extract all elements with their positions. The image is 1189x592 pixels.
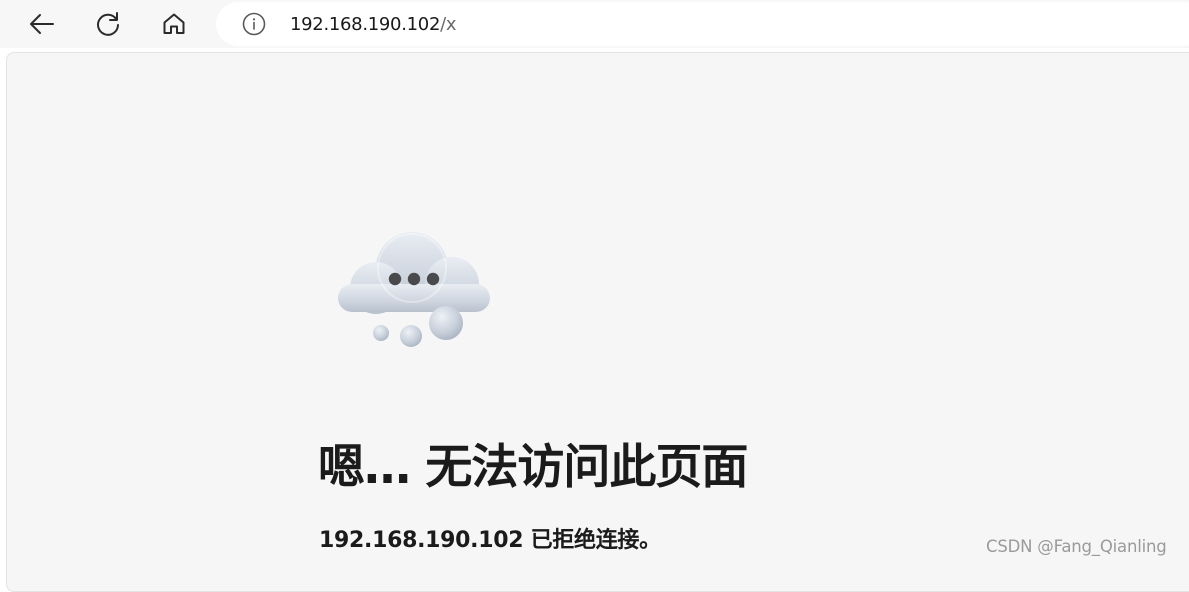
url-text[interactable]: 192.168.190.102/x [290, 14, 457, 35]
cloud-icon [338, 232, 490, 347]
url-host: 192.168.190.102 [290, 14, 441, 35]
back-button[interactable] [24, 6, 60, 42]
url-path: /x [440, 14, 457, 35]
browser-toolbar: 192.168.190.102/x [0, 0, 1189, 48]
error-title: 嗯… 无法访问此页面 [318, 440, 748, 495]
info-icon[interactable] [242, 12, 266, 36]
back-arrow-icon [30, 14, 54, 34]
address-bar[interactable]: 192.168.190.102/x [216, 2, 1189, 46]
error-detail: 192.168.190.102 已拒绝连接。 [319, 528, 661, 553]
refresh-button[interactable] [90, 6, 126, 42]
home-button[interactable] [156, 6, 192, 42]
page-content [6, 52, 1189, 592]
refresh-icon [97, 12, 119, 36]
home-icon [163, 13, 185, 34]
watermark: CSDN @Fang_Qianling [986, 537, 1167, 556]
